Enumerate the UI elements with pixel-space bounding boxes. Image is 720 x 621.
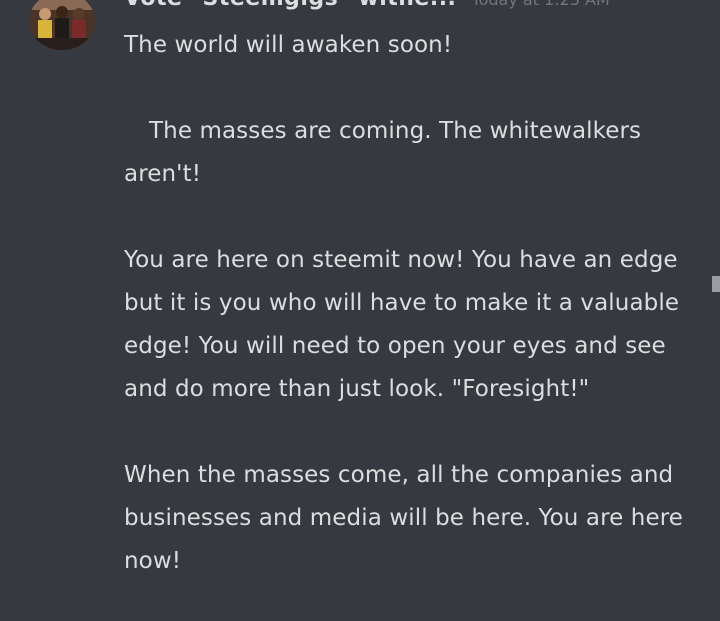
message-line: but it is you who will have to make it a… bbox=[124, 290, 680, 316]
message-line: aren't! bbox=[124, 161, 202, 187]
message-line: When the masses come, all the companies … bbox=[124, 462, 674, 488]
message-content: The world will awaken soon! The masses a… bbox=[124, 24, 704, 583]
avatar[interactable] bbox=[29, 0, 95, 50]
message-line: businesses and media will be here. You a… bbox=[124, 505, 684, 531]
avatar-photo bbox=[29, 0, 95, 50]
scrollbar-thumb[interactable] bbox=[712, 276, 720, 292]
message-line: You are here on steemit now! You have an… bbox=[124, 247, 678, 273]
message-line: The masses are coming. The whitewalkers bbox=[149, 118, 642, 144]
chat-pane: Vote "Steemgigs" withe... Today at 1:23 … bbox=[0, 0, 720, 621]
message-line: and do more than just look. "Foresight!" bbox=[124, 376, 590, 402]
message-line: edge! You will need to open your eyes an… bbox=[124, 333, 666, 359]
message-line: now! bbox=[124, 548, 182, 574]
message-timestamp: Today at 1:23 AM bbox=[472, 0, 610, 9]
message-line: The world will awaken soon! bbox=[124, 32, 453, 58]
message-header: Vote "Steemgigs" withe... Today at 1:23 … bbox=[124, 0, 610, 14]
author-name[interactable]: Vote "Steemgigs" withe... bbox=[124, 0, 456, 11]
